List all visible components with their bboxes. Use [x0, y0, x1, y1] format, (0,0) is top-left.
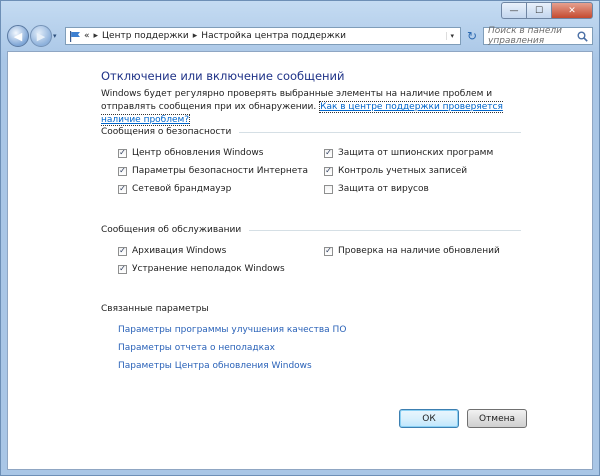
checkbox-icon[interactable]: ✓ [324, 246, 333, 256]
checkbox-icon[interactable]: ✓ [118, 264, 127, 274]
title-bar: — ☐ ✕ [1, 1, 599, 21]
checkbox-label[interactable]: Центр обновления Windows [132, 148, 263, 158]
breadcrumb-settings[interactable]: Настройка центра поддержки [201, 31, 346, 41]
section-heading: Сообщения об обслуживании [101, 225, 242, 235]
problem-reporting-settings-link[interactable]: Параметры отчета о неполадках [118, 343, 275, 353]
section-divider [239, 131, 521, 133]
maintenance-messages-section: Сообщения об обслуживании [101, 225, 521, 235]
search-input[interactable]: Поиск в панели управления [488, 26, 577, 46]
forward-arrow-icon: ▶ [36, 29, 46, 43]
checkbox-label[interactable]: Параметры безопасности Интернета [132, 166, 308, 176]
checkbox-user-account-control[interactable]: ✓ Контроль учетных записей [324, 166, 467, 176]
page-description: Windows будет регулярно проверять выбран… [101, 88, 521, 127]
breadcrumb-action-center[interactable]: Центр поддержки [102, 31, 189, 41]
minimize-button[interactable]: — [501, 2, 526, 19]
checkbox-spyware-protection[interactable]: ✓ Защита от шпионских программ [324, 148, 493, 158]
cancel-button[interactable]: Отмена [467, 409, 527, 428]
checkbox-icon[interactable]: ✓ [324, 148, 333, 158]
checkbox-icon[interactable]: ✓ [118, 166, 127, 176]
maximize-button[interactable]: ☐ [526, 2, 551, 19]
refresh-icon: ↻ [466, 29, 478, 43]
related-settings-section: Связанные параметры [101, 304, 521, 314]
checkbox-windows-backup[interactable]: ✓ Архивация Windows [118, 246, 226, 256]
checkbox-icon[interactable]: ✓ [118, 246, 127, 256]
checkbox-label[interactable]: Устранение неполадок Windows [132, 264, 285, 274]
checkbox-label[interactable]: Проверка на наличие обновлений [338, 246, 500, 256]
refresh-button[interactable]: ↻ [461, 27, 483, 45]
crumb-separator-icon[interactable]: ▸ [193, 31, 198, 41]
section-heading: Сообщения о безопасности [101, 127, 232, 137]
checkbox-icon[interactable]: ✓ [324, 166, 333, 176]
back-arrow-icon: ◀ [13, 29, 23, 43]
checkbox-label[interactable]: Защита от вирусов [338, 184, 429, 194]
search-icon[interactable] [577, 31, 588, 42]
window-controls: — ☐ ✕ [501, 2, 593, 19]
checkbox-icon[interactable] [324, 184, 333, 194]
ok-button[interactable]: ОК [399, 409, 459, 428]
checkbox-label[interactable]: Архивация Windows [132, 246, 226, 256]
address-bar[interactable]: « ▸ Центр поддержки ▸ Настройка центра п… [65, 27, 461, 45]
address-dropdown-icon[interactable]: ▾ [446, 32, 457, 40]
checkbox-icon[interactable]: ✓ [118, 148, 127, 158]
checkbox-label[interactable]: Контроль учетных записей [338, 166, 467, 176]
checkbox-troubleshooting[interactable]: ✓ Устранение неполадок Windows [118, 264, 285, 274]
navigation-toolbar: ◀ ▶ ▾ « ▸ Центр поддержки ▸ Настройка це… [7, 23, 593, 49]
action-center-flag-icon [70, 30, 80, 42]
checkbox-network-firewall[interactable]: ✓ Сетевой брандмауэр [118, 184, 231, 194]
checkbox-windows-update[interactable]: ✓ Центр обновления Windows [118, 148, 263, 158]
checkbox-label[interactable]: Сетевой брандмауэр [132, 184, 231, 194]
checkbox-check-for-updates[interactable]: ✓ Проверка на наличие обновлений [324, 246, 500, 256]
close-button[interactable]: ✕ [551, 2, 593, 19]
security-messages-section: Сообщения о безопасности [101, 127, 521, 137]
forward-button[interactable]: ▶ [30, 25, 52, 47]
windows-update-settings-link[interactable]: Параметры Центра обновления Windows [118, 361, 312, 371]
search-box[interactable]: Поиск в панели управления [483, 26, 593, 46]
control-panel-window: — ☐ ✕ ◀ ▶ ▾ « ▸ Центр поддержки ▸ Настро… [0, 0, 600, 476]
checkbox-label[interactable]: Защита от шпионских программ [338, 148, 493, 158]
section-divider [249, 229, 521, 231]
page-title: Отключение или включение сообщений [101, 69, 345, 83]
ceip-settings-link[interactable]: Параметры программы улучшения качества П… [118, 325, 346, 335]
checkbox-icon[interactable]: ✓ [118, 184, 127, 194]
crumb-separator-icon[interactable]: ▸ [94, 31, 99, 41]
checkbox-virus-protection[interactable]: Защита от вирусов [324, 184, 429, 194]
back-button[interactable]: ◀ [7, 25, 29, 47]
section-heading: Связанные параметры [101, 304, 209, 314]
content-pane: Отключение или включение сообщений Windo… [7, 51, 593, 470]
checkbox-internet-security[interactable]: ✓ Параметры безопасности Интернета [118, 166, 308, 176]
crumb-overflow[interactable]: « [84, 31, 90, 41]
recent-pages-dropdown[interactable]: ▾ [53, 32, 61, 40]
